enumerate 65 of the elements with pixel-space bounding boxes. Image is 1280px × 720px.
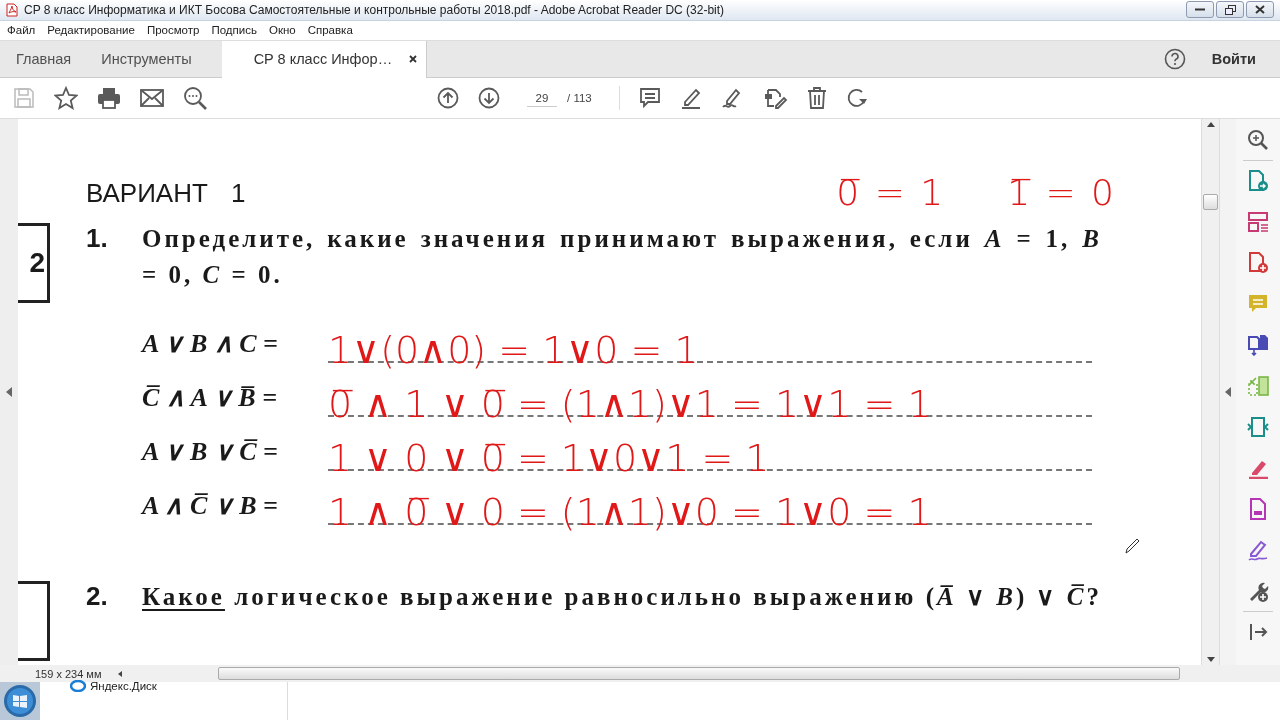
create-document-icon[interactable] — [1247, 252, 1269, 275]
comment-icon[interactable] — [638, 87, 661, 110]
expression: A ∨ B ∧ C = — [142, 328, 279, 361]
close-icon — [1255, 5, 1265, 15]
start-orb-icon[interactable] — [3, 684, 37, 718]
page-size-label: 159 x 234 мм — [35, 667, 102, 680]
collapse-arrow-icon[interactable] — [1225, 387, 1231, 398]
expression: A ∧ C̅ ∨ B = — [142, 490, 279, 523]
scrollbar-thumb[interactable] — [1203, 194, 1218, 211]
pen-cursor-icon — [1124, 537, 1140, 556]
handwritten-note: 1̅ = 0 — [1007, 172, 1116, 214]
menu-item[interactable]: Справка — [301, 24, 359, 37]
rotate-icon[interactable] — [845, 87, 868, 110]
zoom-icon[interactable] — [1247, 129, 1269, 152]
menu-item[interactable]: Окно — [262, 24, 302, 37]
task-score-box: 2 — [18, 223, 50, 304]
help-icon[interactable] — [1163, 47, 1186, 70]
menu-item[interactable]: Редактирование — [41, 24, 141, 37]
task-number: 2. — [86, 580, 109, 614]
close-icon[interactable] — [408, 54, 419, 65]
task-text: Определите, какие значения принимают выражения, если A = 1, B = 0, C = 0. — [142, 224, 1102, 291]
close-button[interactable] — [1246, 1, 1274, 19]
signature-icon[interactable] — [1247, 539, 1269, 562]
handwritten-answer: 1 ∧ 0̅ ∨ 0 = (1∧1)∨0 = 1∨0 = 1 — [328, 493, 932, 532]
taskbar-item[interactable]: Яндекс.Диск — [70, 680, 287, 692]
scroll-up-icon[interactable] — [1206, 122, 1215, 128]
sign-in-link[interactable]: Войти — [1211, 50, 1256, 67]
handwritten-answer: 0̅ ∧ 1 ∨ 0̅ = (1∧1)∨1 = 1∨1 = 1 — [328, 385, 932, 424]
handwritten-answer: 1 ∨ 0 ∨ 0̅ = 1∨0∨1 = 1 — [328, 439, 770, 478]
task-number: 1. — [86, 222, 109, 256]
page-count: / 113 — [567, 92, 592, 105]
export-document-icon[interactable] — [1247, 170, 1269, 193]
expression: A ∨ B ∨ C̅ = — [142, 436, 279, 469]
star-icon[interactable] — [54, 86, 78, 111]
search-icon[interactable] — [183, 86, 207, 111]
menu-item[interactable]: Просмотр — [140, 24, 206, 37]
handwritten-note: 0̅ = 1 — [836, 172, 946, 214]
minimize-icon — [1195, 8, 1205, 12]
compress-document-icon[interactable] — [1247, 416, 1269, 439]
print-icon[interactable] — [97, 87, 121, 110]
menu-item[interactable]: Подпись — [205, 24, 263, 37]
tab[interactable]: CP 8 класс Инфор… — [221, 40, 428, 78]
tab[interactable]: Инструменты — [85, 40, 206, 77]
highlighter-icon[interactable] — [679, 87, 702, 110]
mail-icon[interactable] — [140, 89, 164, 108]
scroll-left-icon[interactable] — [117, 670, 122, 677]
window-title: CP 8 класс Информатика и ИКТ Босова Самостоятельные и контрольные работы 2018.pdf - Adobe Acrobat Reader DC (32-bit) — [24, 2, 726, 17]
task-text: Какое логическое выражение равносильно выражению (A̅ ∨ B) ∨ C̅? — [142, 582, 1102, 613]
pdf-icon — [6, 2, 18, 17]
expression: C̅ ∧ A ∨ B̅ = — [142, 382, 278, 415]
layout-icon[interactable] — [1247, 211, 1269, 234]
restore-button[interactable] — [1216, 1, 1244, 19]
collapse-arrow-icon[interactable] — [6, 387, 12, 398]
combine-files-icon[interactable] — [1247, 334, 1269, 357]
menu-item[interactable]: Файл — [1, 24, 42, 37]
restore-icon — [1224, 4, 1236, 15]
edit-document-icon[interactable] — [763, 87, 788, 110]
trash-icon[interactable] — [806, 87, 827, 110]
form-document-icon[interactable] — [1247, 498, 1269, 521]
scroll-down-icon[interactable] — [1206, 657, 1215, 663]
horizontal-scrollbar[interactable] — [217, 667, 1180, 680]
tab[interactable]: Главная — [0, 40, 86, 77]
variant-heading: ВАРИАНТ 1 — [86, 178, 246, 210]
page-number-field[interactable]: 29 — [527, 89, 557, 107]
handwritten-answer: 1∨(0∧0) = 1∨0 = 1 — [328, 331, 699, 370]
